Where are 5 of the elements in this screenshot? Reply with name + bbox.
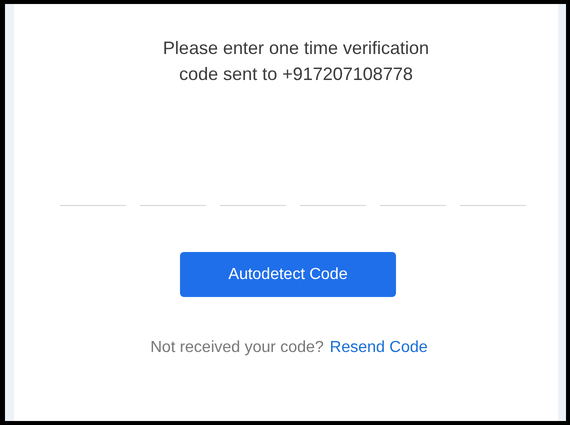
resend-prompt-text: Not received your code? bbox=[150, 339, 324, 357]
instruction-text: code sent to +917207108778 bbox=[179, 63, 413, 86]
instruction-text: Please enter one time verification bbox=[162, 37, 430, 60]
autodetect-button[interactable]: Autodetect Code bbox=[180, 252, 396, 297]
resend-code-link[interactable]: Resend Code bbox=[330, 339, 428, 357]
